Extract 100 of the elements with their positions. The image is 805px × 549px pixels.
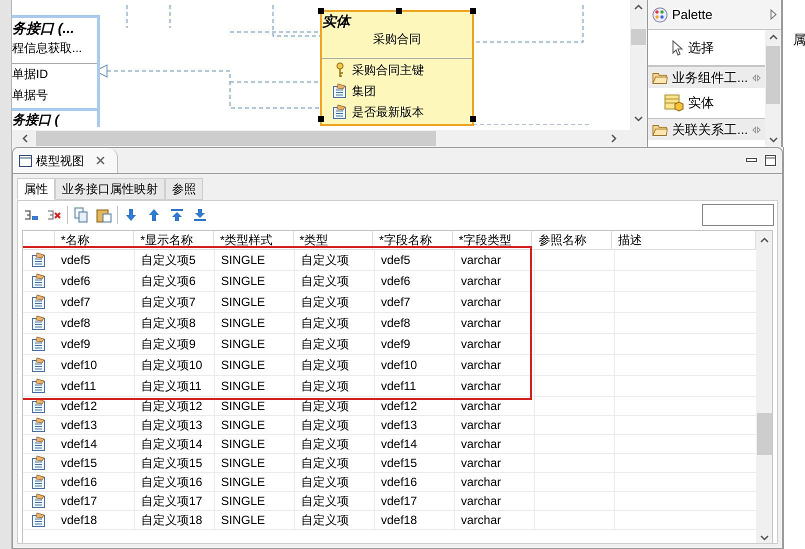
table-cell: vdef9 [375,334,455,354]
scroll-thumb[interactable] [756,413,772,455]
table-cell: varchar [455,292,535,312]
table-row[interactable]: vdef9 自定义项9 SINGLE 自定义项 vdef9 varchar [23,334,756,355]
field-icon [31,315,47,331]
field-icon [31,512,47,528]
table-cell: vdef6 [375,271,455,291]
table-cell: vdef11 [55,376,135,396]
table-cell: varchar [455,454,535,472]
tab[interactable]: 业务接口属性映射 [55,178,165,200]
scroll-up-icon[interactable] [768,34,778,40]
arrow-bottom-icon [194,208,206,222]
table-cell: vdef14 [375,435,455,453]
field-icon [31,294,47,310]
table-cell: SINGLE [215,511,295,529]
palette-scrollbar[interactable] [765,30,781,147]
scroll-down-icon[interactable] [768,137,778,143]
scroll-thumb[interactable] [631,29,646,45]
column-header[interactable]: 参照名称 [532,231,612,249]
scroll-down-icon[interactable] [760,535,768,541]
table-row[interactable]: vdef7 自定义项7 SINGLE 自定义项 vdef7 varchar [23,292,756,313]
table-cell: vdef7 [55,292,135,312]
table-cell: vdef6 [55,271,135,291]
table-cell: vdef8 [375,313,455,333]
field-icon [31,474,47,490]
field-icon [31,398,47,414]
table-cell: varchar [455,511,535,529]
attribute-label: 是否最新版本 [352,104,424,120]
table-cell: SINGLE [215,313,295,333]
table-row[interactable]: vdef6 自定义项6 SINGLE 自定义项 vdef6 varchar [23,271,756,292]
selection-handle[interactable] [470,116,476,122]
maximize-icon[interactable] [765,155,776,166]
table-row[interactable]: vdef11 自定义项11 SINGLE 自定义项 vdef11 varchar [23,376,756,397]
table-cell: 自定义项18 [135,511,215,529]
table-cell: vdef17 [375,492,455,510]
selection-handle[interactable] [318,116,324,122]
palette-drawer[interactable]: 业务组件工... [648,66,765,88]
field-icon [332,104,348,120]
table-cell: vdef12 [375,397,455,415]
table-cell: SINGLE [215,454,295,472]
column-header[interactable]: *字段类型 [452,231,532,249]
interface-node[interactable]: 务接口 ( [12,108,100,127]
table-cell: vdef17 [55,492,135,510]
table-row[interactable]: vdef8 自定义项8 SINGLE 自定义项 vdef8 varchar [23,313,756,334]
scroll-thumb[interactable] [36,131,436,146]
column-header[interactable]: *类型样式 [214,231,294,249]
table-scrollbar[interactable] [756,231,772,543]
operation-label: 程信息获取... [12,40,84,57]
table-cell: 自定义项16 [135,473,215,491]
side-panel-label: 属 [793,32,805,47]
table-row[interactable]: vdef12 自定义项12 SINGLE 自定义项 vdef12 varchar [23,397,756,416]
table-cell: SINGLE [215,334,295,354]
table-cell: 自定义项 [295,416,375,434]
column-header[interactable]: *显示名称 [134,231,214,249]
tab[interactable]: 参照 [165,178,203,200]
field-icon [31,493,47,509]
selection-handle[interactable] [396,8,402,14]
table-row[interactable]: vdef16 自定义项16 SINGLE 自定义项 vdef16 varchar [23,473,756,492]
column-header[interactable]: *字段名称 [373,231,453,249]
column-header[interactable]: *类型 [294,231,374,249]
selection-handle[interactable] [470,8,476,14]
table-row[interactable]: vdef17 自定义项17 SINGLE 自定义项 vdef17 varchar [23,492,756,511]
table-row[interactable]: vdef14 自定义项14 SINGLE 自定义项 vdef14 varchar [23,435,756,454]
table-cell: SINGLE [215,473,295,491]
scroll-right-icon[interactable] [611,134,617,143]
field-icon [31,378,47,394]
table-cell: vdef10 [55,355,135,375]
table-cell: vdef15 [55,454,135,472]
table-cell: 自定义项10 [135,355,215,375]
table-cell: 自定义项11 [135,376,215,396]
filter-field[interactable] [702,204,774,226]
table-row[interactable]: vdef15 自定义项15 SINGLE 自定义项 vdef15 varchar [23,454,756,473]
table-row[interactable]: vdef5 自定义项5 SINGLE 自定义项 vdef5 varchar [23,250,756,271]
scroll-up-icon[interactable] [634,4,643,10]
table-cell: 自定义项9 [135,334,215,354]
table-cell: SINGLE [215,435,295,453]
table-cell: 自定义项 [295,313,375,333]
column-header[interactable]: *名称 [54,231,134,249]
scroll-thumb[interactable] [766,46,780,104]
palette-drawer[interactable]: 关联关系工... [648,118,765,140]
scroll-down-icon[interactable] [634,116,643,122]
view-title: 模型视图 [36,152,84,170]
table-cell: vdef16 [375,473,455,491]
field-icon [31,455,47,471]
table-cell: vdef5 [55,250,135,270]
field-icon [31,336,47,352]
tab[interactable]: 属性 [17,178,55,200]
attribute-label: 采购合同主键 [352,62,424,78]
table-cell: 自定义项 [295,355,375,375]
table-row[interactable]: vdef10 自定义项10 SINGLE 自定义项 vdef10 varchar [23,355,756,376]
table-row[interactable]: vdef18 自定义项18 SINGLE 自定义项 vdef18 varchar [23,511,756,530]
scroll-left-icon[interactable] [22,134,28,143]
entity-name: 采购合同 [372,31,422,48]
scroll-up-icon[interactable] [760,237,768,243]
collapse-icon[interactable] [770,9,777,20]
minimize-icon[interactable] [746,158,757,163]
table-row[interactable]: vdef13 自定义项13 SINGLE 自定义项 vdef13 varchar [23,416,756,435]
selection-handle[interactable] [318,8,324,14]
entity-node[interactable]: 实体 采购合同 采购合同主键 集团 是否最新版本 [320,10,474,126]
close-icon[interactable] [96,156,105,165]
